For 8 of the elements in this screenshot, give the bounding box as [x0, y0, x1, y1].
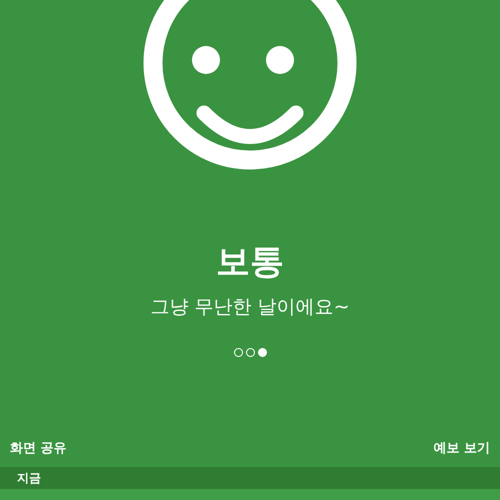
page-indicator[interactable]	[258, 348, 266, 357]
section-label: 지금	[17, 470, 41, 486]
page-indicator[interactable]	[246, 348, 254, 357]
forecast-button[interactable]: 예보 보기	[433, 439, 490, 457]
mood-title: 보통	[216, 242, 284, 282]
share-screen-button[interactable]: 화면 공유	[10, 439, 67, 457]
page-indicator[interactable]	[234, 348, 242, 357]
mood-message: 그냥 무난한 날이에요~	[150, 295, 350, 320]
